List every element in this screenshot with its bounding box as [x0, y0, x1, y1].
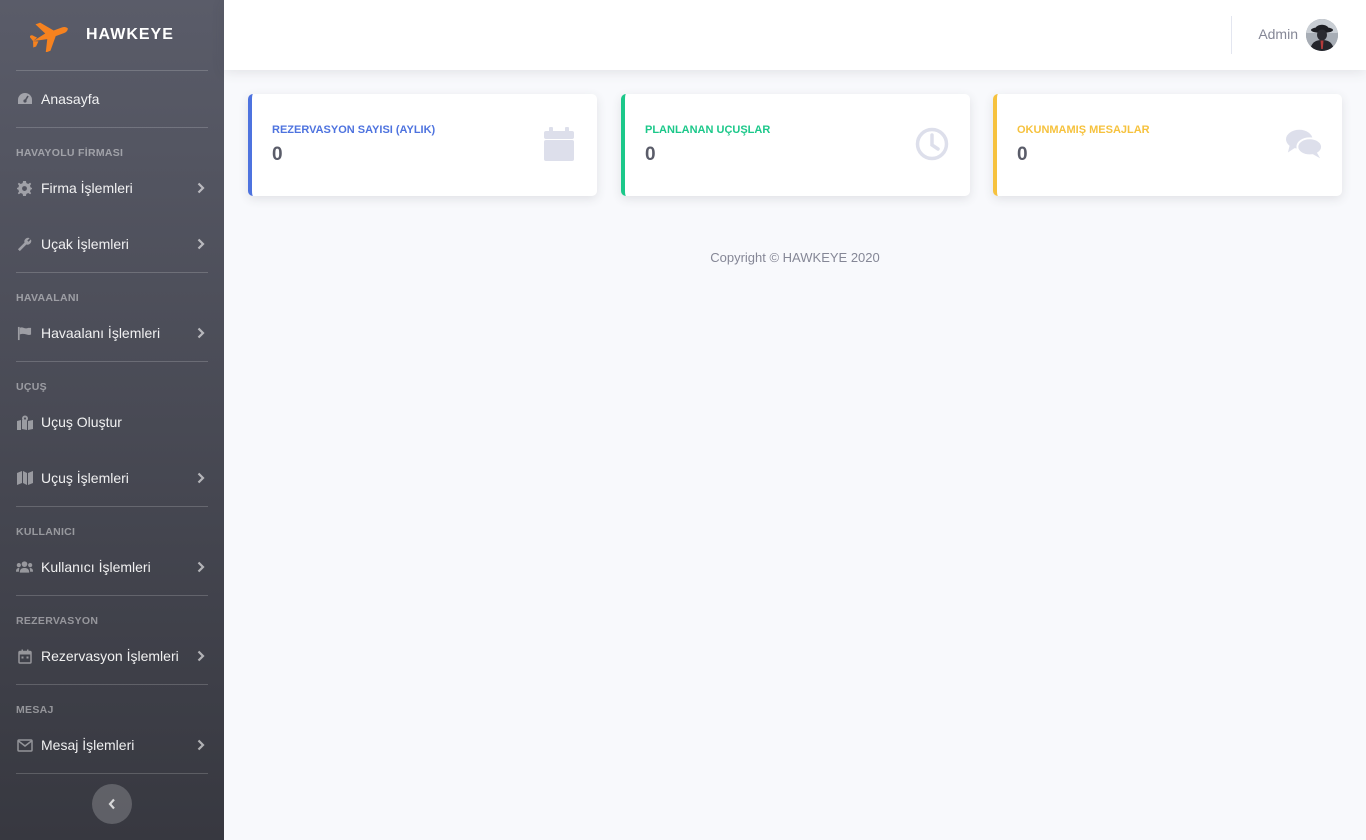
calendar-icon [541, 126, 577, 162]
map-icon [16, 470, 33, 487]
footer-copyright: Copyright © HAWKEYE 2020 [710, 250, 880, 265]
tachometer-icon [16, 91, 33, 108]
sidebar-item-ucus-olustur[interactable]: Uçuş Oluştur [0, 394, 224, 450]
wrench-icon [16, 236, 33, 253]
plane-icon [30, 17, 70, 53]
clock-icon [914, 126, 950, 162]
comments-icon [1286, 126, 1322, 162]
card-value: 0 [645, 144, 656, 165]
chevron-right-icon [196, 237, 206, 251]
card-title: PLANLANAN UÇUŞLAR [645, 124, 771, 136]
topbar: Admin [224, 0, 1366, 70]
envelope-icon [16, 737, 33, 754]
card-title: OKUNMAMIŞ MESAJLAR [1017, 124, 1150, 136]
sidebar-heading-rezervasyon: REZERVASYON [16, 615, 99, 627]
topbar-divider [1231, 16, 1232, 54]
sidebar: HAWKEYE Anasayfa HAVAYOLU FİRMASI Firma … [0, 0, 224, 840]
chevron-left-icon [108, 798, 116, 810]
chevron-right-icon [196, 560, 206, 574]
gear-icon [16, 180, 33, 197]
sidebar-item-ucak-islemleri[interactable]: Uçak İşlemleri [0, 216, 224, 272]
sidebar-heading-havaalani: HAVAALANI [16, 292, 79, 304]
flag-icon [16, 325, 33, 342]
map-marked-icon [16, 414, 33, 431]
sidebar-item-label: Mesaj İşlemleri [41, 737, 135, 753]
sidebar-item-kullanici-islemleri[interactable]: Kullanıcı İşlemleri [0, 539, 224, 595]
sidebar-item-label: Uçuş İşlemleri [41, 470, 129, 486]
avatar[interactable] [1306, 19, 1338, 51]
sidebar-item-rezervasyon-islemleri[interactable]: Rezervasyon İşlemleri [0, 628, 224, 684]
sidebar-heading-mesaj: MESAJ [16, 704, 54, 716]
sidebar-heading-kullanici: KULLANICI [16, 526, 76, 538]
brand-name: HAWKEYE [86, 26, 174, 43]
card-value: 0 [272, 144, 283, 165]
chevron-right-icon [196, 649, 206, 663]
sidebar-heading-havayolu: HAVAYOLU FİRMASI [16, 147, 124, 159]
card-planlanan-ucuslar: PLANLANAN UÇUŞLAR 0 [621, 94, 970, 196]
chevron-right-icon [196, 181, 206, 195]
chevron-right-icon [196, 738, 206, 752]
sidebar-item-label: Rezervasyon İşlemleri [41, 648, 179, 664]
sidebar-heading-ucus: UÇUŞ [16, 381, 47, 393]
sidebar-item-ucus-islemleri[interactable]: Uçuş İşlemleri [0, 450, 224, 506]
sidebar-item-label: Kullanıcı İşlemleri [41, 559, 151, 575]
sidebar-divider [16, 773, 208, 774]
sidebar-toggle-button[interactable] [92, 784, 132, 824]
sidebar-item-firma-islemleri[interactable]: Firma İşlemleri [0, 160, 224, 216]
chevron-right-icon [196, 471, 206, 485]
sidebar-item-havaalani-islemleri[interactable]: Havaalanı İşlemleri [0, 305, 224, 361]
brand[interactable]: HAWKEYE [0, 0, 224, 70]
card-rezervasyon-sayisi: REZERVASYON SAYISI (AYLIK) 0 [248, 94, 597, 196]
users-icon [16, 559, 33, 576]
card-title: REZERVASYON SAYISI (AYLIK) [272, 124, 436, 136]
sidebar-item-label: Uçuş Oluştur [41, 414, 122, 430]
card-value: 0 [1017, 144, 1028, 165]
sidebar-item-anasayfa[interactable]: Anasayfa [0, 71, 224, 127]
calendar-icon [16, 648, 33, 665]
user-name[interactable]: Admin [1258, 26, 1298, 42]
sidebar-item-label: Anasayfa [41, 91, 100, 107]
card-okunmamis-mesajlar: OKUNMAMIŞ MESAJLAR 0 [993, 94, 1342, 196]
chevron-right-icon [196, 326, 206, 340]
sidebar-item-label: Havaalanı İşlemleri [41, 325, 161, 341]
sidebar-item-label: Uçak İşlemleri [41, 236, 129, 252]
sidebar-item-mesaj-islemleri[interactable]: Mesaj İşlemleri [0, 717, 224, 773]
sidebar-item-label: Firma İşlemleri [41, 180, 133, 196]
